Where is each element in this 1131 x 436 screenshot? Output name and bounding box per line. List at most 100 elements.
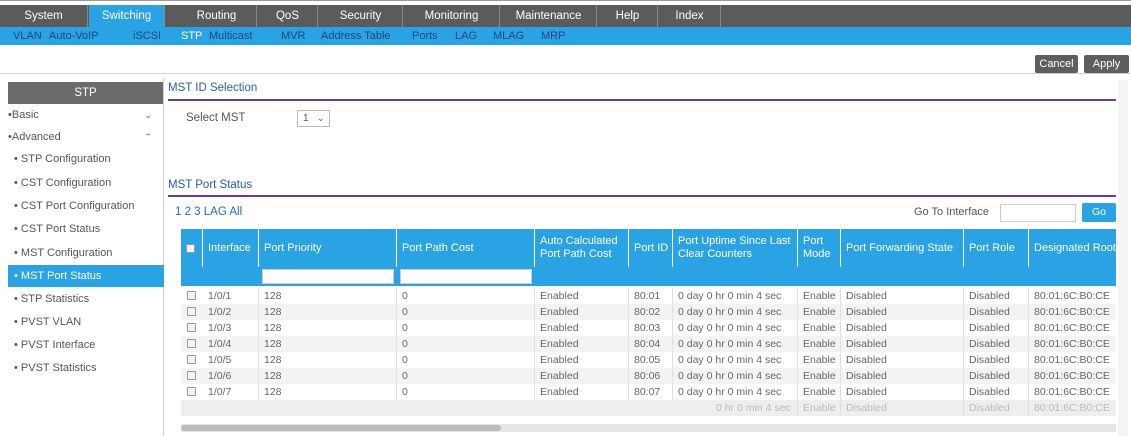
subnav-vlan[interactable]: VLAN	[13, 27, 42, 45]
col-port-uptime[interactable]: Port Uptime Since Last Clear Counters	[673, 229, 798, 267]
tab-monitoring[interactable]: Monitoring	[404, 5, 500, 27]
port-priority-filter-input[interactable]	[262, 269, 394, 284]
chevron-down-icon: ⌄	[317, 113, 325, 123]
action-bar: Cancel Apply	[0, 45, 1131, 74]
subnav-mvr[interactable]: MVR	[281, 27, 305, 45]
subnav-mrp[interactable]: MRP	[541, 27, 565, 45]
sidebar-item-pvst-interface[interactable]: • PVST Interface	[8, 334, 164, 356]
col-port-priority[interactable]: Port Priority	[259, 229, 397, 267]
partial-cell: 0 hr 0 min 4 sec	[711, 400, 798, 416]
subnav-lag[interactable]: LAG	[455, 27, 477, 45]
cell-interface: 1/0/6	[203, 368, 259, 384]
sidebar-item-cst-port-configuration[interactable]: • CST Port Configuration	[8, 195, 164, 217]
select-mst-dropdown[interactable]: 1 ⌄	[297, 110, 330, 127]
row-checkbox[interactable]	[187, 307, 196, 316]
sidebar-item-mst-configuration[interactable]: • MST Configuration	[8, 242, 164, 264]
cell-port-path-cost: 0	[397, 320, 535, 336]
subnav-address-table[interactable]: Address Table	[321, 27, 391, 45]
col-auto-path-cost[interactable]: Auto Calculated Port Path Cost	[535, 229, 629, 267]
tab-index[interactable]: Index	[659, 5, 721, 27]
table-row[interactable]: 1/0/4 128 0 Enabled 80:04 0 day 0 hr 0 min 4 …	[181, 336, 1116, 352]
sidebar-item-label: STP Statistics	[20, 293, 90, 305]
col-interface[interactable]: Interface	[203, 229, 259, 267]
cell-forwarding-state: Disabled	[841, 304, 964, 320]
scrollbar-thumb[interactable]	[181, 425, 501, 431]
sidebar-group-basic[interactable]: •Basic ⌄	[8, 104, 164, 126]
tab-routing[interactable]: Routing	[177, 5, 257, 27]
sidebar-item-label: CST Configuration	[20, 177, 112, 189]
cell-port-id: 80:06	[629, 368, 673, 384]
sidebar-group-advanced[interactable]: •Advanced ⌃	[8, 126, 164, 148]
tab-system[interactable]: System	[0, 5, 88, 27]
subnav-ports[interactable]: Ports	[412, 27, 438, 45]
sidebar-item-stp-configuration[interactable]: • STP Configuration	[8, 148, 164, 170]
pager-links[interactable]: 1 2 3 LAG All	[175, 206, 242, 218]
select-mst-label: Select MST	[186, 112, 246, 124]
table-row[interactable]: 1/0/6 128 0 Enabled 80:06 0 day 0 hr 0 min 4 …	[181, 368, 1116, 384]
cell-designated-root: 80:01:6C:B0:CE	[1029, 288, 1116, 304]
cell-port-id: 80:04	[629, 336, 673, 352]
apply-button[interactable]: Apply	[1084, 55, 1129, 73]
table-row[interactable]: 1/0/2 128 0 Enabled 80:02 0 day 0 hr 0 min 4 …	[181, 304, 1116, 320]
table-row[interactable]: 1/0/7 128 0 Enabled 80:07 0 day 0 hr 0 min 4 …	[181, 384, 1116, 400]
row-checkbox[interactable]	[187, 323, 196, 332]
row-checkbox[interactable]	[187, 387, 196, 396]
row-checkbox[interactable]	[187, 291, 196, 300]
tab-help[interactable]: Help	[598, 5, 658, 27]
cell-interface: 1/0/5	[203, 352, 259, 368]
cell-port-role: Disabled	[964, 336, 1029, 352]
sidebar-item-stp-statistics[interactable]: • STP Statistics	[8, 288, 164, 310]
port-status-table: Interface Port Priority Port Path Cost A…	[181, 229, 1116, 436]
row-checkbox[interactable]	[187, 339, 196, 348]
col-designated-root[interactable]: Designated Root	[1029, 229, 1116, 267]
sidebar-item-label: MST Configuration	[20, 247, 113, 259]
tab-maintenance[interactable]: Maintenance	[501, 5, 597, 27]
sidebar-item-pvst-statistics[interactable]: • PVST Statistics	[8, 357, 164, 379]
cell-port-uptime: 0 day 0 hr 0 min 4 sec	[673, 288, 798, 304]
sub-navigation: VLAN Auto-VoIP iSCSI STP Multicast MVR A…	[0, 27, 1131, 45]
col-port-path-cost[interactable]: Port Path Cost	[397, 229, 535, 267]
sidebar-item-mst-port-status[interactable]: • MST Port Status	[8, 265, 164, 287]
vertical-scrollbar[interactable]	[1118, 80, 1128, 436]
col-port-id[interactable]: Port ID	[629, 229, 673, 267]
cell-forwarding-state: Disabled	[841, 288, 964, 304]
sidebar-item-cst-port-status[interactable]: • CST Port Status	[8, 218, 164, 240]
table-row[interactable]: 1/0/5 128 0 Enabled 80:05 0 day 0 hr 0 min 4 …	[181, 352, 1116, 368]
goto-interface-input[interactable]	[1000, 204, 1076, 222]
row-checkbox[interactable]	[187, 371, 196, 380]
subnav-multicast[interactable]: Multicast	[209, 27, 252, 45]
cell-interface: 1/0/4	[203, 336, 259, 352]
sidebar-group-label: Basic	[11, 109, 39, 121]
cell-auto-path-cost: Enabled	[535, 336, 629, 352]
select-all-checkbox[interactable]	[186, 243, 195, 253]
table-row[interactable]: 1/0/3 128 0 Enabled 80:03 0 day 0 hr 0 min 4 …	[181, 320, 1116, 336]
row-checkbox[interactable]	[187, 355, 196, 364]
tab-qos[interactable]: QoS	[258, 5, 318, 27]
col-port-role[interactable]: Port Role	[964, 229, 1029, 267]
mst-id-selection-title: MST ID Selection	[168, 82, 258, 94]
subnav-mlag[interactable]: MLAG	[493, 27, 524, 45]
subnav-iscsi[interactable]: iSCSI	[133, 27, 161, 45]
cell-port-priority: 128	[259, 288, 397, 304]
cell-port-path-cost: 0	[397, 304, 535, 320]
subnav-auto-voip[interactable]: Auto-VoIP	[49, 27, 99, 45]
goto-interface-label: Go To Interface	[914, 206, 990, 218]
cell-designated-root: 80:01:6C:B0:CE	[1029, 384, 1116, 400]
table-row[interactable]: 1/0/1 128 0 Enabled 80:01 0 day 0 hr 0 min 4 …	[181, 288, 1116, 304]
cell-port-priority: 128	[259, 304, 397, 320]
cell-port-priority: 128	[259, 320, 397, 336]
subnav-stp[interactable]: STP	[181, 27, 202, 45]
horizontal-scrollbar[interactable]	[181, 424, 1116, 432]
tab-security[interactable]: Security	[319, 5, 403, 27]
go-button[interactable]: Go	[1082, 203, 1116, 222]
cell-port-path-cost: 0	[397, 336, 535, 352]
col-port-mode[interactable]: Port Mode	[798, 229, 841, 267]
col-port-forwarding-state[interactable]: Port Forwarding State	[841, 229, 964, 267]
sidebar-item-pvst-vlan[interactable]: • PVST VLAN	[8, 311, 164, 333]
port-path-cost-filter-input[interactable]	[400, 269, 532, 284]
cell-port-mode: Enable	[798, 320, 841, 336]
filter-row	[181, 267, 1116, 286]
cancel-button[interactable]: Cancel	[1035, 55, 1078, 73]
tab-switching[interactable]: Switching	[89, 5, 165, 28]
sidebar-item-cst-configuration[interactable]: • CST Configuration	[8, 172, 164, 194]
